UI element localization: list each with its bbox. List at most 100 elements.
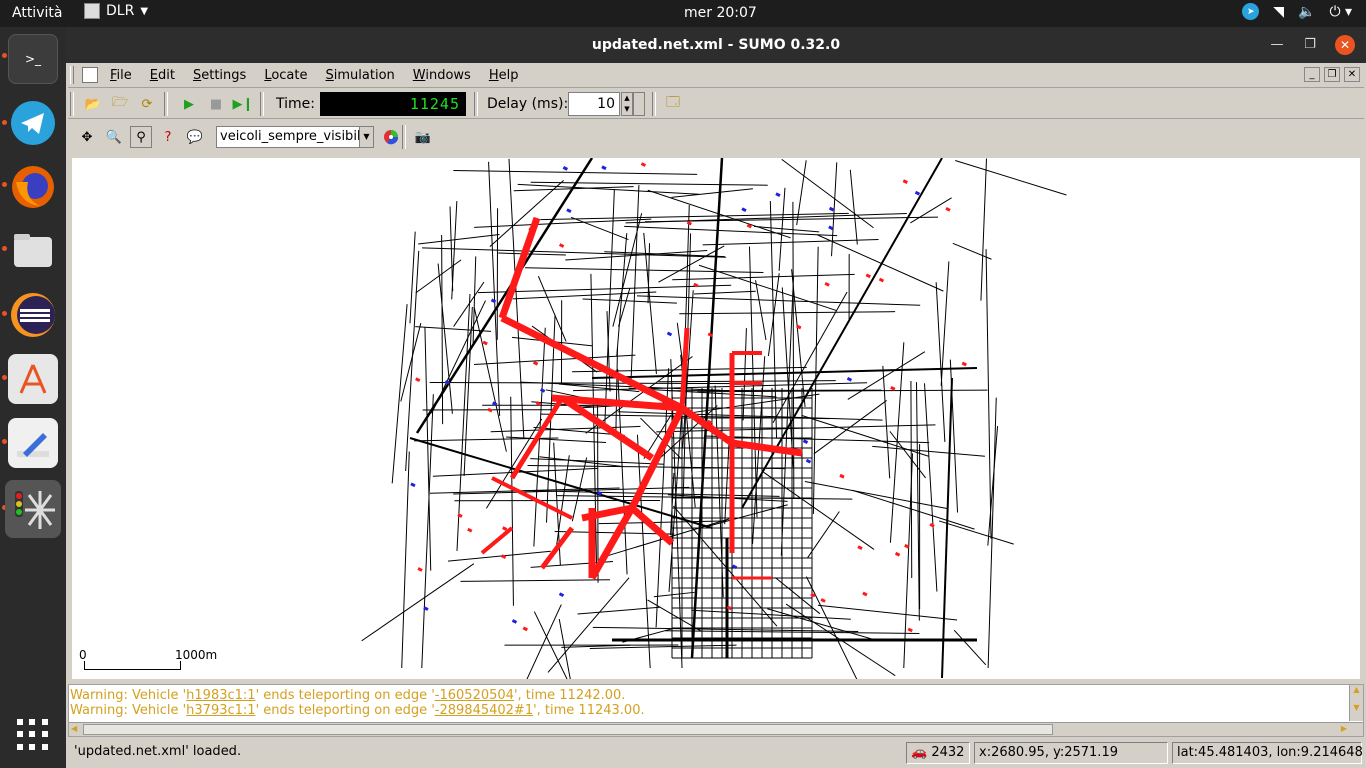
vehicle-marker	[865, 273, 871, 279]
vehicle-marker	[862, 591, 868, 597]
screenshot-icon[interactable]: 📷	[412, 126, 434, 148]
power-icon[interactable]: ⏻ ▾	[1329, 4, 1352, 20]
vehicle-marker	[775, 192, 781, 198]
menu-simulation[interactable]: Simulation	[326, 68, 395, 83]
menu-windows[interactable]: Windows	[413, 68, 471, 83]
volume-icon[interactable]: 🔈	[1298, 4, 1315, 20]
open-config-icon[interactable]: 📂	[82, 93, 104, 115]
minimize-button[interactable]: —	[1267, 35, 1287, 55]
window-titlebar[interactable]: updated.net.xml - SUMO 0.32.0 — ❐ ✕	[66, 27, 1366, 63]
stop-icon[interactable]: ■	[205, 93, 227, 115]
menu-edit[interactable]: Edit	[150, 68, 175, 83]
wifi-icon[interactable]: ◥	[1273, 4, 1284, 20]
vehicle-link[interactable]: h1983c1:1	[186, 688, 255, 703]
message-log[interactable]: Warning: Vehicle 'h1983c1:1' ends telepo…	[68, 684, 1364, 737]
color-scheme-value: veicoli_sempre_visibili	[220, 129, 365, 144]
road-edge	[401, 451, 410, 669]
vehicle-marker	[857, 545, 863, 550]
road-edge	[693, 290, 756, 295]
toolbar-separator	[70, 92, 74, 116]
road-edge	[955, 159, 1067, 196]
road-network[interactable]	[72, 158, 1360, 679]
messages-icon[interactable]: 💬	[184, 126, 206, 148]
network-map-view[interactable]: 0 1000m	[72, 158, 1360, 679]
arterial-road	[415, 158, 594, 434]
menu-locate[interactable]: Locate	[264, 68, 307, 83]
telegram-tray-icon[interactable]: ➤	[1242, 3, 1260, 20]
mdi-minimize-button[interactable]: _	[1304, 67, 1320, 82]
sumo-icon[interactable]	[5, 480, 61, 538]
log-horizontal-scrollbar[interactable]: ◀ ▶	[69, 722, 1363, 736]
close-button[interactable]: ✕	[1335, 35, 1355, 55]
chevron-down-icon[interactable]: ▼	[359, 127, 373, 147]
scroll-left-icon[interactable]: ◀	[71, 724, 77, 733]
vehicle-marker	[904, 543, 910, 549]
telegram-icon[interactable]	[8, 98, 58, 148]
delay-spinner[interactable]: ▲ ▼	[621, 92, 633, 116]
files-icon[interactable]	[8, 226, 58, 276]
new-view-icon[interactable]: 🗔	[662, 93, 684, 115]
play-icon[interactable]: ▶	[178, 93, 200, 115]
system-tray[interactable]: ➤ ◥ 🔈 ⏻ ▾	[1242, 3, 1352, 20]
toolbar-grip[interactable]	[70, 66, 74, 84]
text-editor-icon[interactable]	[8, 418, 58, 468]
vehicle-link[interactable]: h3793c1:1	[186, 703, 255, 718]
vehicle-marker	[890, 386, 896, 391]
vehicle-marker	[707, 419, 713, 425]
status-bar: 'updated.net.xml' loaded. 🚗 2432 x:2680.…	[68, 740, 1364, 766]
vehicle-marker	[731, 564, 738, 570]
road-edge	[769, 200, 778, 439]
app-menu[interactable]: DLR ▼	[84, 3, 148, 19]
recenter-icon[interactable]: ✥	[76, 126, 98, 148]
tooltip-icon[interactable]: ?	[157, 126, 179, 148]
dock: >_	[0, 27, 66, 768]
delay-slider[interactable]	[633, 92, 645, 116]
color-scheme-select[interactable]: veicoli_sempre_visibili ▼	[216, 126, 374, 148]
scroll-right-icon[interactable]: ▶	[1341, 724, 1347, 733]
running-indicator	[2, 246, 7, 251]
toolbar-separator	[652, 92, 656, 116]
mdi-restore-button[interactable]: ❐	[1324, 67, 1340, 82]
running-indicator	[2, 375, 7, 380]
software-center-icon[interactable]	[8, 354, 58, 404]
firefox-icon[interactable]	[8, 162, 58, 212]
step-icon[interactable]: ▶❙	[232, 93, 254, 115]
menu-file[interactable]: File	[110, 68, 132, 83]
color-wheel-icon[interactable]	[380, 126, 402, 148]
locate-icon[interactable]: ⚲	[130, 126, 152, 148]
edge-link[interactable]: -289845402#1	[435, 703, 533, 718]
show-applications-button[interactable]	[17, 719, 49, 751]
vehicle-marker	[726, 605, 733, 611]
road-edge	[724, 440, 730, 525]
toolbar-separator	[164, 92, 168, 116]
open-network-icon[interactable]: 🗁	[109, 93, 131, 115]
road-edge	[391, 304, 408, 484]
running-indicator	[2, 53, 7, 58]
menu-help[interactable]: Help	[489, 68, 519, 83]
road-edge	[938, 520, 1014, 545]
zoom-icon[interactable]: 🔍	[103, 126, 125, 148]
road-edge	[817, 234, 944, 292]
log-vertical-scrollbar[interactable]: ▲ ▼	[1349, 685, 1363, 721]
view-toolbar: ✥ 🔍 ⚲ ? 💬 veicoli_sempre_visibili ▼ 📷	[68, 120, 1364, 154]
vehicle-marker	[693, 282, 699, 288]
maximize-button[interactable]: ❐	[1300, 35, 1320, 55]
vehicle-marker	[467, 527, 473, 533]
edge-link[interactable]: -160520504	[435, 688, 514, 703]
sumo-menu-icon[interactable]	[82, 67, 98, 83]
log-line: Warning: Vehicle 'h3793c1:1' ends telepo…	[70, 703, 645, 718]
vehicle-marker	[820, 598, 826, 603]
road-edge	[847, 351, 926, 400]
vehicle-marker	[596, 490, 603, 496]
road-edge	[530, 181, 768, 186]
scroll-thumb[interactable]	[83, 724, 1053, 735]
mdi-close-button[interactable]: ✕	[1344, 67, 1360, 82]
reload-icon[interactable]: ⟳	[136, 93, 158, 115]
menu-settings[interactable]: Settings	[193, 68, 246, 83]
clock[interactable]: mer 20:07	[684, 5, 757, 21]
terminal-icon[interactable]: >_	[8, 34, 58, 84]
activities-button[interactable]: Attività	[12, 5, 62, 21]
delay-input[interactable]	[568, 92, 620, 116]
road-edge	[556, 495, 853, 500]
eclipse-icon[interactable]	[8, 290, 58, 340]
